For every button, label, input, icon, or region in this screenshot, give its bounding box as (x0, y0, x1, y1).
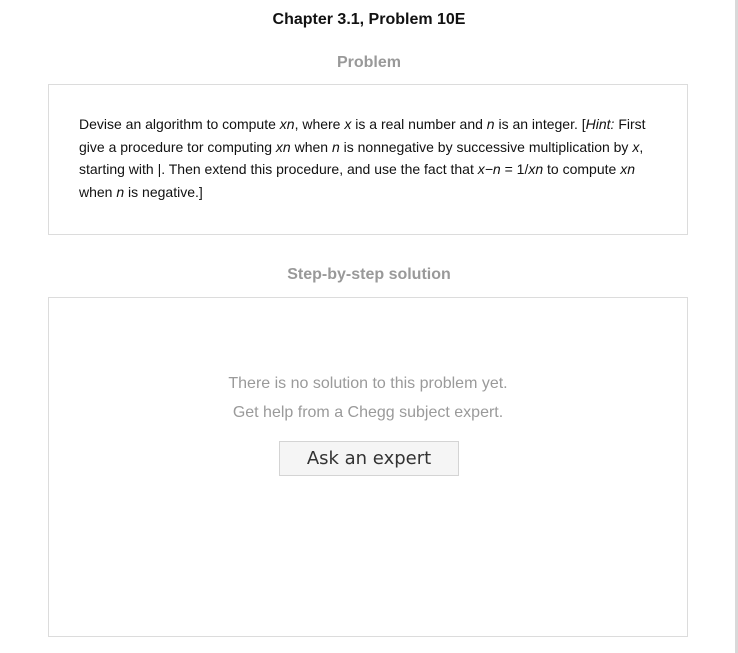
problem-text: Devise an algorithm to compute xn, where… (79, 113, 659, 203)
math-var: xn (620, 161, 635, 177)
math-var: xn (528, 161, 544, 177)
math-var: xn (279, 116, 295, 132)
problem-text-part: Devise an algorithm to compute (79, 116, 280, 132)
get-help-message: Get help from a Chegg subject expert. (232, 404, 504, 421)
problem-text-part: = 1/ (500, 161, 529, 177)
problem-text-part: is an integer. [ (494, 116, 586, 132)
problem-text-part: is negative.] (124, 183, 203, 200)
solution-heading: Step-by-step solution (287, 266, 451, 283)
problem-text-part: when (79, 183, 117, 200)
no-solution-message: There is no solution to this problem yet… (228, 375, 508, 392)
problem-text-part: , where (294, 116, 345, 132)
math-var: n (116, 183, 125, 200)
math-var: xn (275, 138, 291, 155)
math-var: n (331, 138, 340, 155)
math-var: x−n (477, 161, 501, 177)
ask-an-expert-button[interactable]: Ask an expert (279, 441, 459, 476)
problem-text-part: is nonnegative by successive multiplicat… (339, 138, 633, 155)
problem-box: Devise an algorithm to compute xn, where… (48, 84, 688, 235)
problem-heading: Problem (336, 54, 401, 71)
problem-text-part: when (290, 138, 332, 155)
hint-label: Hint: (585, 116, 615, 132)
problem-text-part: to compute (543, 161, 621, 177)
math-var: n (486, 116, 495, 132)
chapter-title: Chapter 3.1, Problem 10E (272, 11, 466, 28)
problem-text-part: is a real number and (351, 116, 487, 132)
page: Chapter 3.1, Problem 10E Problem Devise … (0, 0, 738, 653)
solution-box: There is no solution to this problem yet… (48, 297, 688, 637)
